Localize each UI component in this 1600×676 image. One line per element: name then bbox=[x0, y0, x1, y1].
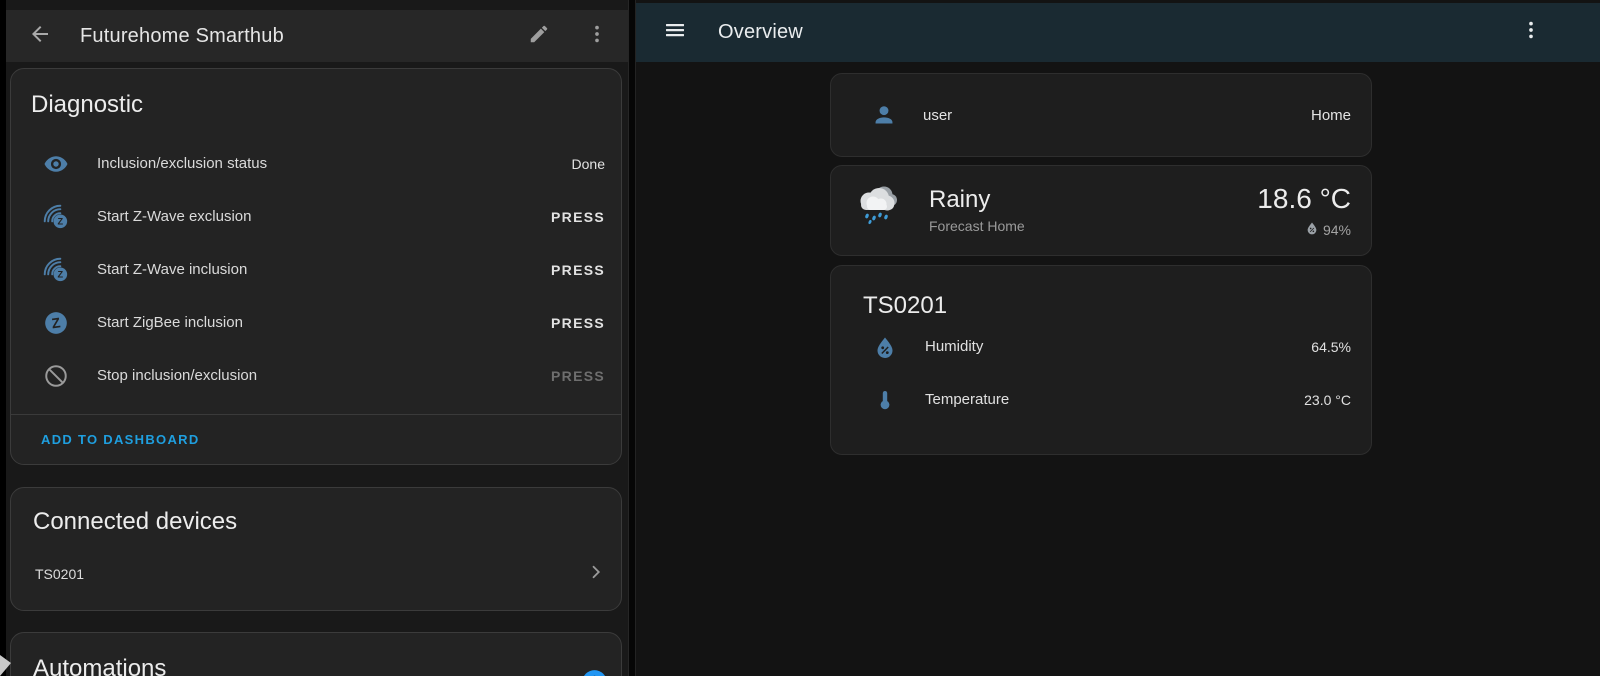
temperature-row[interactable]: Temperature 23.0 °C bbox=[831, 373, 1371, 426]
stop-inclusion-row: Stop inclusion/exclusion PRESS bbox=[11, 349, 621, 402]
diagnostic-card: Diagnostic Inclusion/exclusion status Do… bbox=[10, 68, 622, 465]
zigbee-inclusion-row: Z Start ZigBee inclusion PRESS bbox=[11, 296, 621, 349]
connected-devices-card: Connected devices TS0201 bbox=[10, 487, 622, 611]
row-label: Start Z-Wave inclusion bbox=[97, 261, 551, 278]
weather-humidity: 94% bbox=[1305, 221, 1351, 238]
humidity-row[interactable]: Humidity 64.5% bbox=[831, 320, 1371, 373]
back-button[interactable] bbox=[24, 20, 56, 52]
app-window: Futurehome Smarthub Diagnostic bbox=[0, 0, 1600, 676]
press-button[interactable]: PRESS bbox=[551, 209, 605, 225]
sensor-value: 64.5% bbox=[1311, 339, 1351, 355]
sensor-card-title: TS0201 bbox=[831, 292, 1371, 320]
humidity-icon bbox=[873, 335, 897, 359]
diagnostic-card-footer: ADD TO DASHBOARD bbox=[11, 415, 621, 464]
zwave-exclusion-row: Z Start Z-Wave exclusion PRESS bbox=[11, 190, 621, 243]
automations-title: Automations bbox=[11, 655, 621, 676]
device-page-panel: Futurehome Smarthub Diagnostic bbox=[6, 0, 628, 676]
user-card[interactable]: user Home bbox=[830, 73, 1372, 157]
status-value: Done bbox=[572, 156, 605, 172]
thermometer-icon bbox=[873, 388, 897, 412]
overview-title: Overview bbox=[718, 21, 803, 44]
connected-device-row[interactable]: TS0201 bbox=[11, 548, 621, 600]
weather-temperature: 18.6 °C bbox=[1257, 183, 1351, 215]
add-automation-button[interactable] bbox=[581, 669, 608, 676]
overview-panel: Overview user Home bbox=[636, 0, 1600, 676]
svg-text:Z: Z bbox=[58, 269, 64, 279]
rainy-cloud-icon bbox=[855, 182, 901, 228]
row-label: Inclusion/exclusion status bbox=[97, 155, 572, 172]
back-arrow-icon bbox=[28, 22, 52, 51]
zigbee-icon: Z bbox=[43, 310, 69, 336]
sensor-value: 23.0 °C bbox=[1304, 392, 1351, 408]
zwave-icon: Z bbox=[43, 204, 69, 230]
dots-vertical-icon bbox=[586, 23, 608, 50]
zwave-inclusion-row: Z Start Z-Wave inclusion PRESS bbox=[11, 243, 621, 296]
inclusion-status-row: Inclusion/exclusion status Done bbox=[11, 137, 621, 190]
row-label: Start Z-Wave exclusion bbox=[97, 208, 551, 225]
humidity-value: 94% bbox=[1323, 222, 1351, 238]
press-button-disabled: PRESS bbox=[551, 368, 605, 384]
device-name: TS0201 bbox=[35, 566, 585, 582]
press-button[interactable]: PRESS bbox=[551, 262, 605, 278]
press-button[interactable]: PRESS bbox=[551, 315, 605, 331]
weather-subtitle: Forecast Home bbox=[929, 218, 1025, 234]
zwave-icon: Z bbox=[43, 257, 69, 283]
hamburger-icon bbox=[663, 18, 687, 47]
sensor-device-card: TS0201 Humidity 64.5% Temperature 23.0 °… bbox=[830, 265, 1372, 455]
overview-content: user Home bbox=[636, 62, 1600, 676]
svg-text:Z: Z bbox=[58, 216, 64, 226]
device-page-content: Diagnostic Inclusion/exclusion status Do… bbox=[6, 62, 628, 676]
diagnostic-card-title: Diagnostic bbox=[11, 91, 621, 119]
user-name: user bbox=[923, 107, 1311, 124]
weather-condition: Rainy bbox=[929, 186, 990, 214]
window-divider[interactable] bbox=[628, 0, 636, 676]
person-icon bbox=[871, 102, 897, 128]
dots-vertical-icon bbox=[1520, 19, 1542, 46]
overview-header: Overview bbox=[636, 3, 1600, 62]
add-to-dashboard-button[interactable]: ADD TO DASHBOARD bbox=[41, 432, 200, 447]
device-page-title: Futurehome Smarthub bbox=[80, 25, 284, 48]
row-label: Stop inclusion/exclusion bbox=[97, 367, 551, 384]
overview-menu-button[interactable] bbox=[1514, 16, 1548, 50]
eye-icon bbox=[43, 151, 69, 177]
edit-device-button[interactable] bbox=[522, 19, 556, 53]
sensor-label: Humidity bbox=[925, 338, 1311, 355]
block-icon bbox=[43, 363, 69, 389]
humidity-small-icon bbox=[1305, 221, 1319, 238]
automations-card: Automations bbox=[10, 632, 622, 676]
device-page-header: Futurehome Smarthub bbox=[6, 10, 628, 62]
mouse-cursor bbox=[0, 655, 14, 676]
connected-devices-title: Connected devices bbox=[11, 508, 621, 536]
pencil-icon bbox=[528, 23, 550, 50]
row-label: Start ZigBee inclusion bbox=[97, 314, 551, 331]
sidebar-menu-button[interactable] bbox=[658, 16, 692, 50]
sensor-label: Temperature bbox=[925, 391, 1304, 408]
user-location: Home bbox=[1311, 107, 1351, 124]
weather-card[interactable]: Rainy Forecast Home 18.6 °C 94% bbox=[830, 165, 1372, 256]
device-page-menu-button[interactable] bbox=[580, 19, 614, 53]
chevron-right-icon bbox=[585, 561, 607, 588]
